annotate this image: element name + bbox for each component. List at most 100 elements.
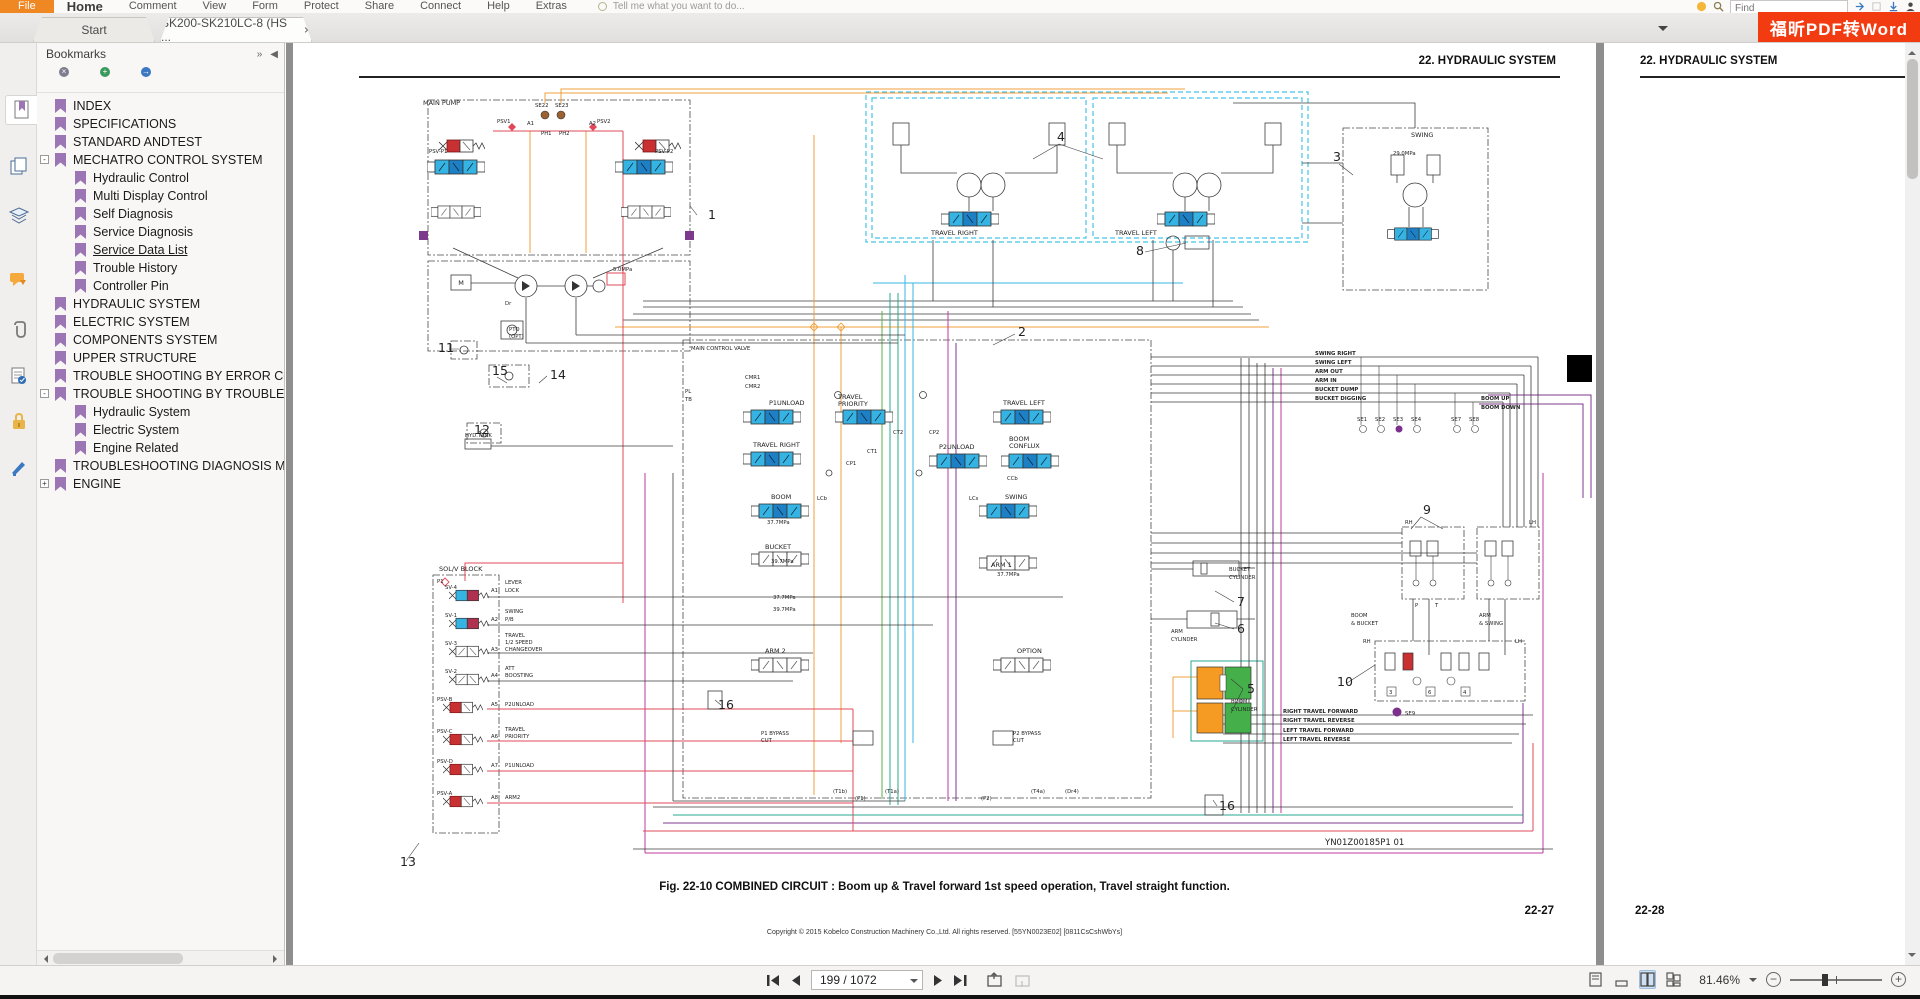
first-page-button[interactable]: [766, 974, 781, 987]
pdf-to-word-badge[interactable]: 福昕PDF转Word: [1758, 12, 1920, 42]
page-number-field[interactable]: 199 / 1072: [811, 970, 923, 990]
zoom-dropdown-icon[interactable]: [1749, 978, 1757, 986]
tab-bar: Start SK200-SK210LC-8 (HS ...× 福昕PDF转Wor…: [0, 13, 1920, 43]
previous-page-button[interactable]: [791, 974, 801, 987]
search-icon[interactable]: [1713, 1, 1724, 12]
svg-text:ARM: ARM: [1171, 629, 1183, 635]
menu-protect[interactable]: Protect: [291, 0, 352, 13]
close-tab-icon[interactable]: ×: [304, 23, 311, 37]
continuous-view-button[interactable]: [1613, 970, 1630, 989]
bookmark-item[interactable]: ELECTRIC SYSTEM: [37, 313, 284, 331]
panel-title: Bookmarks: [46, 47, 106, 61]
bookmark-flag-icon: [55, 477, 66, 491]
ink-panel-icon[interactable]: [4, 453, 33, 483]
bookmark-item[interactable]: HYDRAULIC SYSTEM: [37, 295, 284, 313]
pages-panel-icon[interactable]: [4, 151, 33, 181]
security-panel-icon[interactable]: [4, 407, 33, 437]
facing-view-button[interactable]: [1639, 970, 1656, 989]
zoom-slider[interactable]: [1790, 979, 1882, 981]
user-icon[interactable]: [1905, 1, 1916, 12]
menu-home[interactable]: Home: [54, 0, 116, 13]
expander-icon[interactable]: -: [40, 389, 49, 398]
delete-bookmark-icon[interactable]: ×: [47, 70, 67, 88]
layers-panel-icon[interactable]: [4, 201, 33, 231]
alert-icon[interactable]: [1696, 1, 1707, 12]
bookmark-item[interactable]: Engine Related: [37, 439, 284, 457]
tell-me-box[interactable]: Tell me what you want to do...: [613, 1, 745, 12]
zoom-in-button[interactable]: +: [1891, 972, 1906, 987]
bookmark-item[interactable]: TROUBLE SHOOTING BY ERROR CODI: [37, 367, 284, 385]
svg-text:6: 6: [1428, 690, 1432, 696]
next-page-button[interactable]: [933, 974, 943, 987]
zoom-out-button[interactable]: −: [1766, 972, 1781, 987]
bookmarks-panel-icon[interactable]: [5, 95, 37, 125]
bookmark-item[interactable]: STANDARD ANDTEST: [37, 133, 284, 151]
bookmark-item[interactable]: Service Data List: [37, 241, 284, 259]
menu-help[interactable]: Help: [474, 0, 523, 13]
bookmark-item[interactable]: TROUBLESHOOTING DIAGNOSIS MOD: [37, 457, 284, 475]
svg-text:PTO: PTO: [509, 327, 520, 333]
download-icon[interactable]: [1888, 1, 1899, 12]
share-doc-icon[interactable]: [1871, 1, 1882, 12]
menu-form[interactable]: Form: [239, 0, 291, 13]
bookmark-item[interactable]: SPECIFICATIONS: [37, 115, 284, 133]
facing-continuous-view-button[interactable]: [1665, 970, 1682, 989]
tab-start[interactable]: Start: [33, 17, 155, 42]
expander-icon[interactable]: -: [40, 155, 49, 164]
figure-caption: Fig. 22-10 COMBINED CIRCUIT : Boom up & …: [293, 881, 1596, 893]
bookmark-flag-icon: [55, 333, 66, 347]
bookmark-item[interactable]: INDEX: [37, 97, 284, 115]
panel-collapse-icon[interactable]: ◀: [270, 49, 278, 60]
tab-list-dropdown-icon[interactable]: [1658, 26, 1668, 36]
bookmark-label: TROUBLE SHOOTING BY TROUBLE: [73, 387, 284, 401]
menu-view[interactable]: View: [190, 0, 240, 13]
previous-view-button[interactable]: [986, 972, 1004, 988]
goto-bookmark-icon[interactable]: →: [129, 70, 149, 88]
attachments-panel-icon[interactable]: [4, 315, 33, 345]
signature-panel-icon[interactable]: [4, 361, 33, 391]
bookmark-flag-icon: [75, 261, 86, 275]
menu-file[interactable]: File: [0, 0, 54, 13]
bookmark-item[interactable]: Hydraulic System: [37, 403, 284, 421]
find-next-icon[interactable]: [1854, 1, 1865, 12]
bookmark-item[interactable]: UPPER STRUCTURE: [37, 349, 284, 367]
add-bookmark-icon[interactable]: +: [88, 70, 108, 88]
bookmark-item[interactable]: Controller Pin: [37, 277, 284, 295]
bookmark-item[interactable]: Hydraulic Control: [37, 169, 284, 187]
bookmark-item[interactable]: -MECHATRO CONTROL SYSTEM: [37, 151, 284, 169]
bookmark-flag-icon: [75, 405, 86, 419]
bookmark-item[interactable]: COMPONENTS SYSTEM: [37, 331, 284, 349]
status-bar: 199 / 1072 81.46% − +: [0, 965, 1920, 995]
menu-comment[interactable]: Comment: [116, 0, 190, 13]
bookmark-item[interactable]: +ENGINE: [37, 475, 284, 493]
panel-horizontal-scrollbar[interactable]: [37, 950, 284, 965]
svg-text:CYLINDER: CYLINDER: [1229, 575, 1256, 581]
single-page-view-button[interactable]: [1587, 970, 1604, 989]
bookmark-item[interactable]: Service Diagnosis: [37, 223, 284, 241]
svg-text:A3: A3: [491, 647, 498, 653]
menu-items: FileHomeCommentViewFormProtectShareConne…: [0, 0, 580, 13]
vertical-scrollbar[interactable]: [1905, 43, 1920, 965]
bookmark-flag-icon: [55, 135, 66, 149]
bookmark-flag-icon: [55, 117, 66, 131]
next-view-button[interactable]: [1014, 972, 1032, 988]
svg-text:SWING LEFT: SWING LEFT: [1315, 360, 1352, 366]
svg-text:PH1: PH1: [541, 131, 552, 137]
svg-text:BOOM: BOOM: [1351, 613, 1368, 619]
page-dropdown-icon[interactable]: [910, 979, 918, 987]
zoom-level[interactable]: 81.46%: [1699, 973, 1740, 987]
bookmark-item[interactable]: Electric System: [37, 421, 284, 439]
tab-document[interactable]: SK200-SK210LC-8 (HS ...×: [160, 17, 312, 42]
bookmark-item[interactable]: - TROUBLE SHOOTING BY TROUBLE: [37, 385, 284, 403]
bookmark-item[interactable]: Multi Display Control: [37, 187, 284, 205]
panel-expand-icon[interactable]: »: [257, 49, 263, 60]
bookmark-item[interactable]: Trouble History: [37, 259, 284, 277]
menu-connect[interactable]: Connect: [407, 0, 474, 13]
bookmark-item[interactable]: Self Diagnosis: [37, 205, 284, 223]
last-page-button[interactable]: [953, 974, 968, 987]
expander-icon[interactable]: +: [40, 479, 49, 488]
menu-extras[interactable]: Extras: [523, 0, 580, 13]
svg-text:A7: A7: [491, 763, 498, 769]
comments-panel-icon[interactable]: [4, 265, 33, 295]
menu-share[interactable]: Share: [352, 0, 407, 13]
